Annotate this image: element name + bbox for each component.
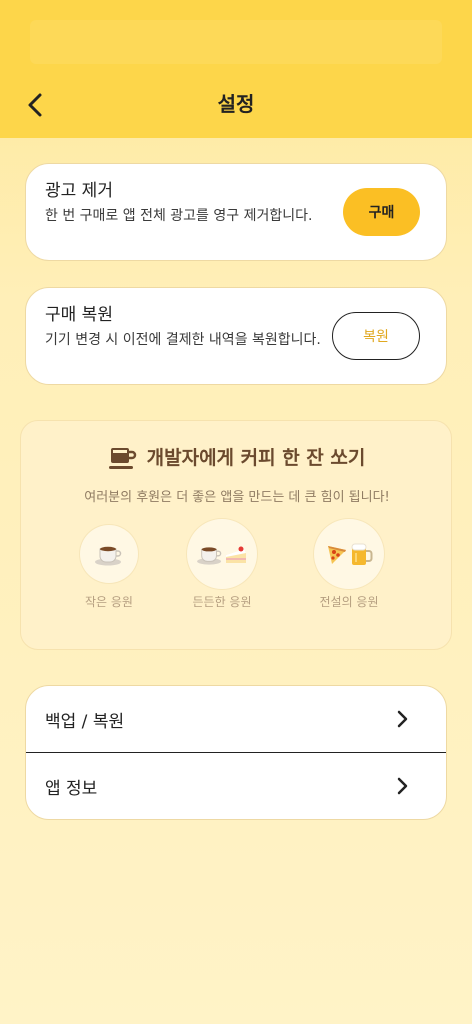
menu-item-label: 앱 정보	[45, 779, 98, 799]
beer-icon	[351, 543, 373, 565]
purchase-button[interactable]: 구매	[343, 188, 420, 236]
tier-icon-circle	[80, 525, 138, 583]
coffee-cup-icon	[108, 447, 136, 469]
remove-ads-description: 한 번 구매로 앱 전체 광고를 영구 제거합니다.	[45, 208, 313, 224]
restore-button[interactable]: 복원	[332, 312, 420, 360]
coffee-donation-section: 개발자에게 커피 한 잔 쏘기 여러분의 후원은 더 좋은 앱을 만드는 데 큰…	[20, 420, 452, 650]
restore-purchase-title: 구매 복원	[45, 305, 113, 325]
tier-small-support[interactable]: 작은 응원	[64, 525, 154, 610]
tier-label: 전설의 응원	[319, 595, 379, 609]
chevron-right-icon	[397, 777, 408, 795]
restore-purchase-description: 기기 변경 시 이전에 결제한 내역을 복원합니다.	[45, 332, 321, 348]
pizza-icon	[328, 546, 346, 564]
remove-ads-title: 광고 제거	[45, 181, 113, 201]
page-title: 설정	[217, 92, 255, 116]
chevron-right-icon	[397, 710, 408, 728]
tier-icon-circle	[187, 519, 257, 589]
settings-menu: 백업 / 복원 앱 정보	[25, 685, 447, 820]
tier-label: 든든한 응원	[192, 595, 252, 609]
remove-ads-card: 광고 제거 한 번 구매로 앱 전체 광고를 영구 제거합니다. 구매	[25, 163, 447, 261]
menu-item-backup-restore[interactable]: 백업 / 복원	[26, 686, 446, 753]
restore-purchase-card: 구매 복원 기기 변경 시 이전에 결제한 내역을 복원합니다. 복원	[25, 287, 447, 385]
cake-icon	[226, 546, 246, 563]
settings-screen: 설정 광고 제거 한 번 구매로 앱 전체 광고를 영구 제거합니다. 구매 구…	[0, 0, 472, 1024]
coffee-icon	[95, 546, 122, 566]
tier-icon-circle	[314, 519, 384, 589]
coffee-subtitle: 여러분의 후원은 더 좋은 앱을 만드는 데 큰 힘이 됩니다!	[84, 490, 390, 505]
status-bar	[30, 20, 442, 64]
coffee-title: 개발자에게 커피 한 잔 쏘기	[146, 447, 366, 469]
coffee-icon	[197, 547, 222, 565]
menu-item-label: 백업 / 복원	[45, 712, 125, 732]
tier-legendary-support[interactable]: 전설의 응원	[304, 519, 394, 610]
coffee-title-row: 개발자에게 커피 한 잔 쏘기	[21, 443, 453, 470]
app-header: 설정	[0, 0, 472, 138]
tier-label: 작은 응원	[85, 595, 133, 609]
tier-solid-support[interactable]: 든든한 응원	[177, 519, 267, 610]
menu-item-app-info[interactable]: 앱 정보	[26, 753, 446, 819]
